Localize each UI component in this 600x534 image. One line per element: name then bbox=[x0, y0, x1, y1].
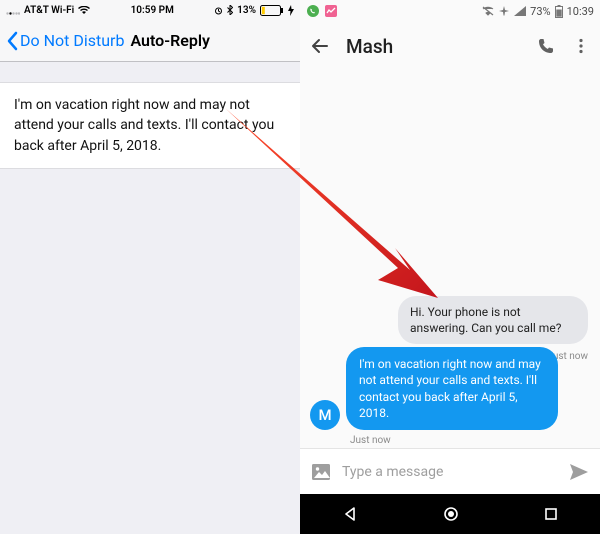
battery-icon bbox=[260, 5, 284, 16]
incoming-message[interactable]: Hi. Your phone is not answering. Can you… bbox=[398, 296, 588, 344]
signal-icon bbox=[514, 6, 526, 16]
clock-label: 10:39 bbox=[567, 5, 594, 18]
nav-home-button[interactable] bbox=[442, 505, 460, 523]
back-label: Do Not Disturb bbox=[20, 31, 124, 50]
phone-icon bbox=[536, 36, 556, 56]
arrow-left-icon bbox=[310, 36, 330, 56]
wifi-icon bbox=[78, 6, 90, 15]
whatsapp-icon bbox=[306, 4, 320, 18]
send-button[interactable] bbox=[568, 461, 590, 483]
android-nav-bar bbox=[300, 494, 600, 534]
nav-back-button[interactable] bbox=[341, 505, 359, 523]
square-recent-icon bbox=[543, 506, 559, 522]
android-toolbar: Mash bbox=[300, 22, 600, 70]
android-screen: 73% 10:39 Mash Hi. Your phone is not ans… bbox=[300, 0, 600, 534]
contact-name: Mash bbox=[346, 35, 520, 58]
avatar[interactable]: M bbox=[310, 400, 340, 430]
composer-bar bbox=[300, 448, 600, 494]
chevron-left-icon bbox=[6, 31, 18, 51]
message-input[interactable] bbox=[342, 464, 558, 480]
more-button[interactable] bbox=[572, 37, 590, 55]
wifi-off-icon bbox=[482, 6, 494, 16]
auto-reply-text[interactable]: I'm on vacation right now and may not at… bbox=[0, 82, 300, 169]
page-title: Auto-Reply bbox=[130, 31, 210, 50]
android-status-bar: 73% 10:39 bbox=[300, 0, 600, 22]
outgoing-time: Just now bbox=[350, 435, 391, 446]
call-button[interactable] bbox=[536, 36, 556, 56]
triangle-back-icon bbox=[341, 505, 359, 523]
charging-icon bbox=[288, 5, 294, 16]
back-button[interactable] bbox=[310, 36, 330, 56]
more-vert-icon bbox=[572, 37, 590, 55]
battery-pct-label: 73% bbox=[530, 5, 550, 18]
battery-icon bbox=[555, 5, 563, 18]
ios-screen: AT&T Wi-Fi 10:59 PM 13% Do Not Disturb A… bbox=[0, 0, 300, 534]
airplane-icon bbox=[498, 5, 510, 17]
ios-nav-bar: Do Not Disturb Auto-Reply bbox=[0, 20, 300, 62]
circle-home-icon bbox=[442, 505, 460, 523]
attach-image-button[interactable] bbox=[310, 461, 332, 483]
chat-area[interactable]: Hi. Your phone is not answering. Can you… bbox=[300, 70, 600, 448]
back-button[interactable]: Do Not Disturb bbox=[6, 31, 124, 51]
bluetooth-icon bbox=[227, 5, 233, 15]
ios-status-bar: AT&T Wi-Fi 10:59 PM 13% bbox=[0, 0, 300, 20]
clock-label: 10:59 PM bbox=[131, 5, 174, 16]
outgoing-message[interactable]: I'm on vacation right now and may not at… bbox=[346, 347, 558, 430]
send-icon bbox=[568, 461, 590, 483]
chart-icon bbox=[324, 4, 338, 18]
nav-recent-button[interactable] bbox=[543, 506, 559, 522]
battery-pct-label: 13% bbox=[237, 5, 256, 16]
alarm-icon bbox=[214, 6, 223, 15]
carrier-label: AT&T Wi-Fi bbox=[24, 5, 74, 16]
signal-icon bbox=[6, 6, 20, 15]
image-icon bbox=[310, 461, 332, 483]
